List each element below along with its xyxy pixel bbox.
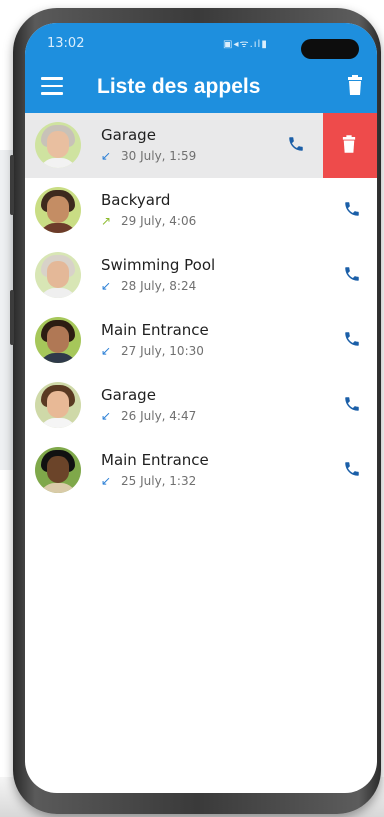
phone-screen: 13:02 ▣◂ᯤ.ıl▮ Liste des appels Garage ↙ … xyxy=(25,23,377,793)
call-meta: ↙ 26 July, 4:47 xyxy=(101,409,196,423)
call-button[interactable] xyxy=(287,135,307,155)
delete-all-button[interactable] xyxy=(347,75,363,99)
avatar xyxy=(35,187,81,233)
call-meta: ↙ 27 July, 10:30 xyxy=(101,344,204,358)
incoming-call-icon: ↙ xyxy=(101,149,112,163)
incoming-call-icon: ↙ xyxy=(101,409,112,423)
incoming-call-icon: ↙ xyxy=(101,474,112,488)
call-list-item[interactable]: Main Entrance ↙ 25 July, 1:32 xyxy=(25,438,377,503)
phone-icon xyxy=(345,397,359,411)
call-date: 25 July, 1:32 xyxy=(121,474,197,488)
call-list-item[interactable]: Garage ↙ 26 July, 4:47 xyxy=(25,373,377,438)
call-date: 26 July, 4:47 xyxy=(121,409,197,423)
caller-name: Main Entrance xyxy=(101,451,209,469)
call-date: 27 July, 10:30 xyxy=(121,344,204,358)
call-list: Garage ↙ 30 July, 1:59 Backyard ↗ 29 Jul… xyxy=(25,113,377,503)
caller-name: Swimming Pool xyxy=(101,256,216,274)
call-list-item[interactable]: Main Entrance ↙ 27 July, 10:30 xyxy=(25,308,377,373)
phone-icon xyxy=(345,267,359,281)
call-meta: ↙ 25 July, 1:32 xyxy=(101,474,196,488)
caller-name: Main Entrance xyxy=(101,321,209,339)
call-button[interactable] xyxy=(343,200,363,220)
avatar xyxy=(35,317,81,363)
page-title: Liste des appels xyxy=(97,75,261,98)
phone-icon xyxy=(289,137,303,151)
call-list-item[interactable]: Swimming Pool ↙ 28 July, 8:24 xyxy=(25,243,377,308)
incoming-call-icon: ↙ xyxy=(101,344,112,358)
avatar xyxy=(35,252,81,298)
call-meta: ↙ 28 July, 8:24 xyxy=(101,279,196,293)
phone-icon xyxy=(345,462,359,476)
outgoing-call-icon: ↗ xyxy=(101,214,112,228)
delete-call-button[interactable] xyxy=(323,113,377,178)
call-list-item[interactable]: Backyard ↗ 29 July, 4:06 xyxy=(25,178,377,243)
avatar xyxy=(35,447,81,493)
caller-name: Backyard xyxy=(101,191,171,209)
call-button[interactable] xyxy=(343,395,363,415)
phone-icon xyxy=(345,202,359,216)
trash-icon xyxy=(342,135,356,153)
front-camera xyxy=(301,39,359,59)
status-time: 13:02 xyxy=(47,36,85,51)
call-date: 28 July, 8:24 xyxy=(121,279,197,293)
call-date: 29 July, 4:06 xyxy=(121,214,197,228)
phone-icon xyxy=(345,332,359,346)
volume-button xyxy=(10,155,14,215)
call-button[interactable] xyxy=(343,460,363,480)
caller-name: Garage xyxy=(101,126,156,144)
status-icons: ▣◂ᯤ.ıl▮ xyxy=(223,39,268,50)
call-meta: ↗ 29 July, 4:06 xyxy=(101,214,196,228)
call-list-item[interactable]: Garage ↙ 30 July, 1:59 xyxy=(25,113,377,178)
caller-name: Garage xyxy=(101,386,156,404)
call-date: 30 July, 1:59 xyxy=(121,149,197,163)
call-button[interactable] xyxy=(343,330,363,350)
trash-icon xyxy=(348,75,362,95)
call-meta: ↙ 30 July, 1:59 xyxy=(101,149,196,163)
menu-icon[interactable] xyxy=(41,77,63,97)
call-button[interactable] xyxy=(343,265,363,285)
status-bar: 13:02 ▣◂ᯤ.ıl▮ xyxy=(25,23,377,61)
avatar xyxy=(35,122,81,168)
incoming-call-icon: ↙ xyxy=(101,279,112,293)
avatar xyxy=(35,382,81,428)
bixby-button xyxy=(10,290,14,345)
app-bar: Liste des appels xyxy=(25,61,377,113)
